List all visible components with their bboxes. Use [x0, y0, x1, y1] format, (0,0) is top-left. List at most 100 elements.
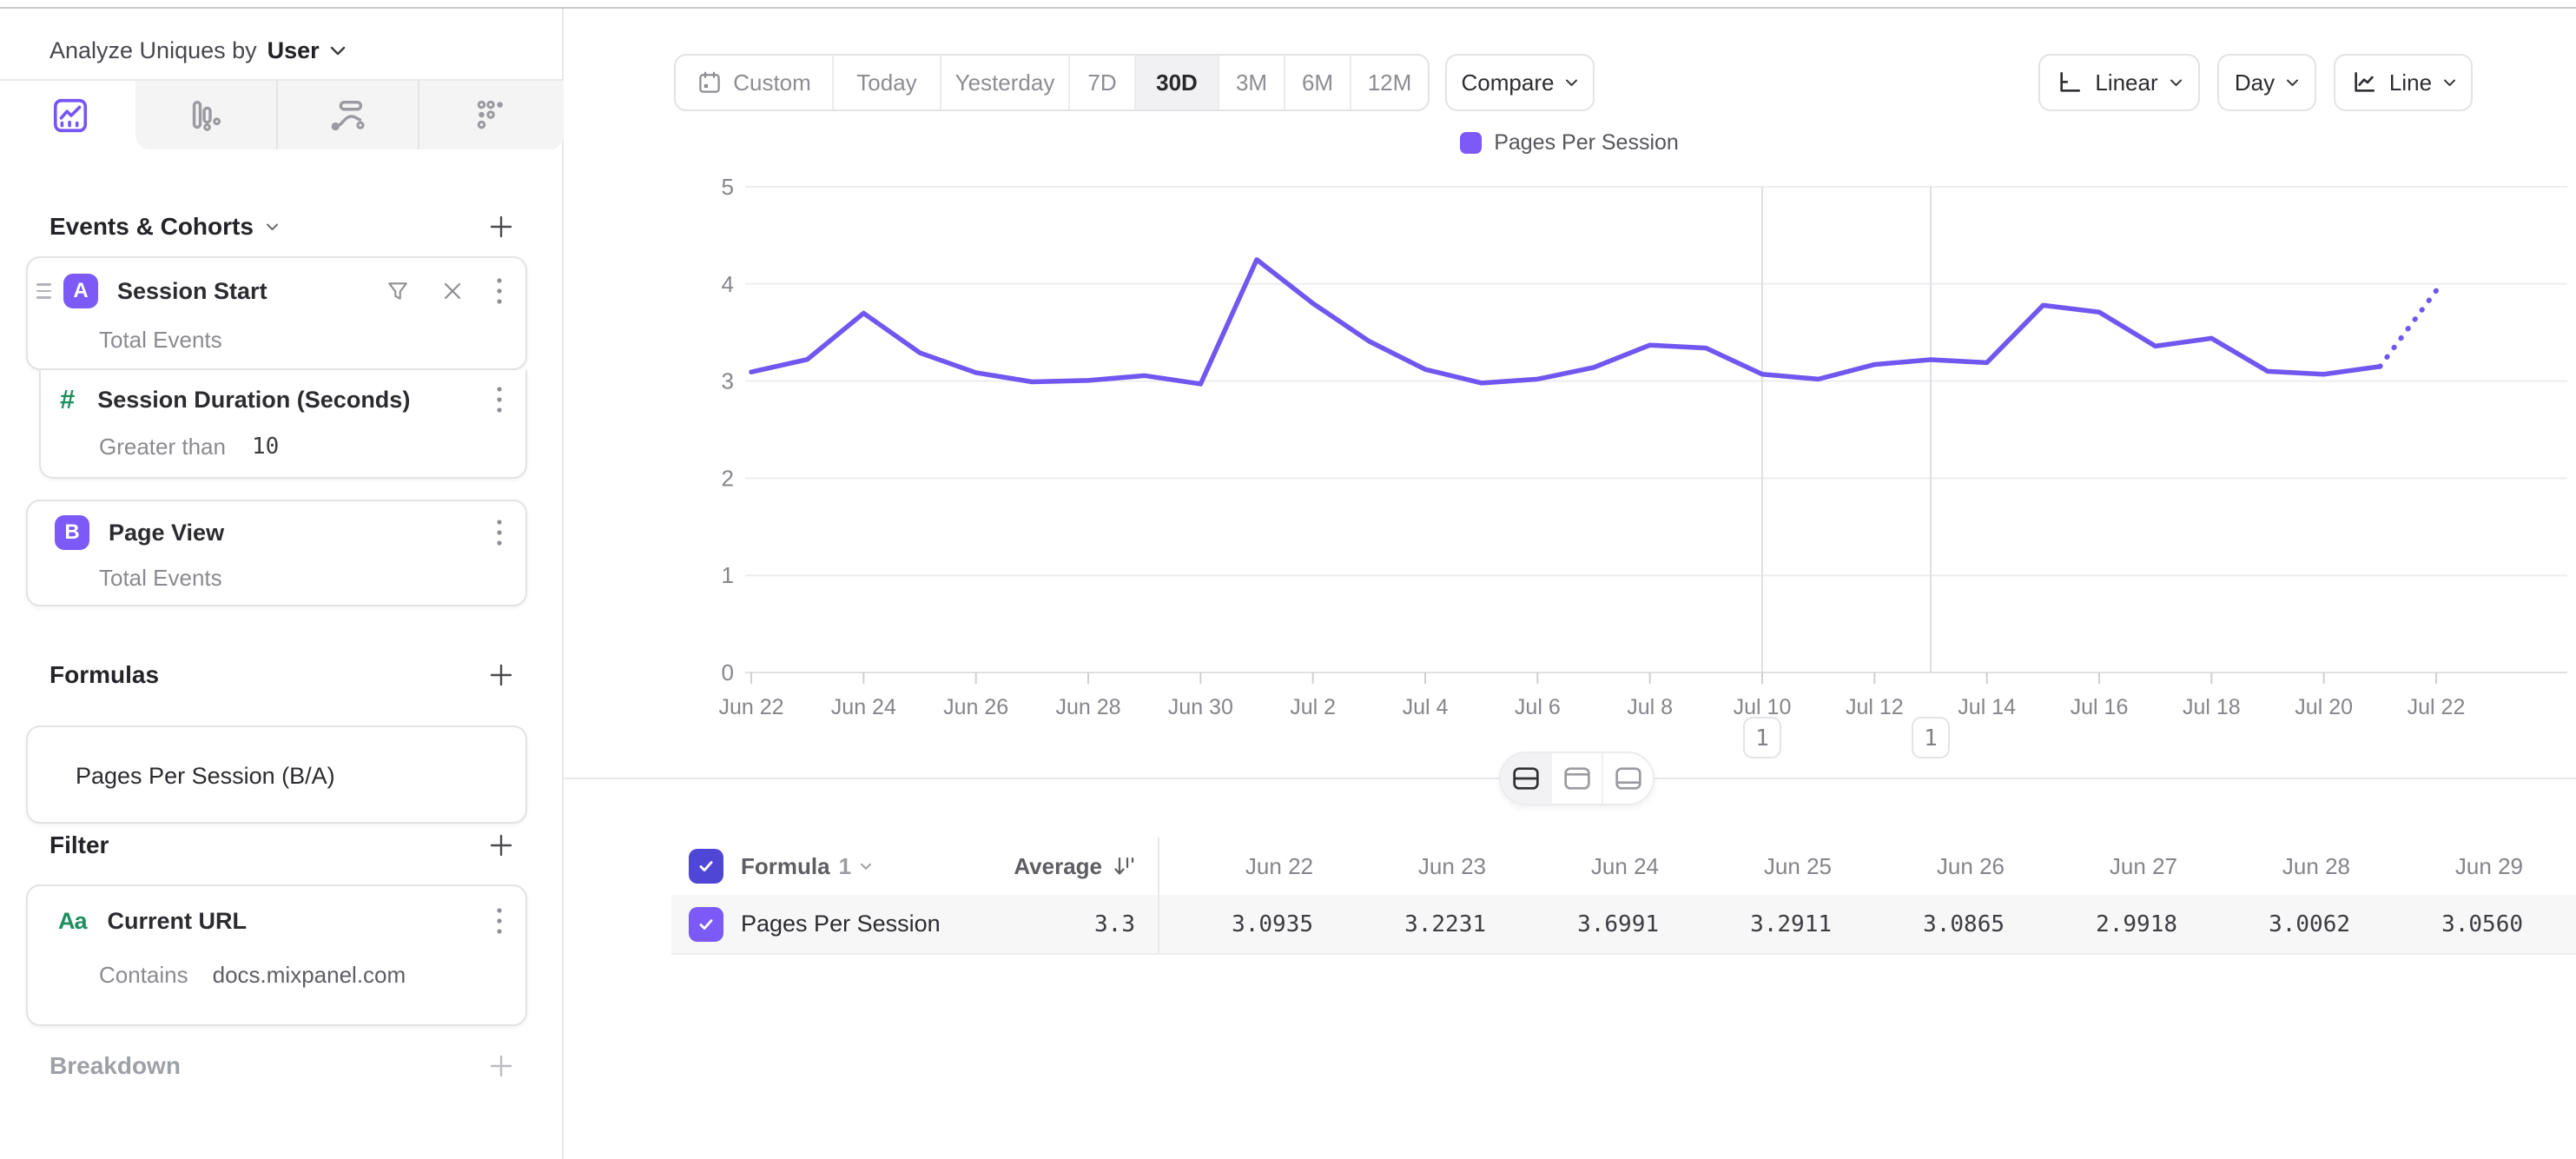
chevron-down-icon	[860, 863, 872, 871]
event-aggregation[interactable]: Total Events	[99, 565, 222, 592]
svg-text:Jul 20: Jul 20	[2295, 695, 2353, 719]
svg-text:Jun 28: Jun 28	[1055, 695, 1120, 719]
funnel-bars-icon	[186, 96, 226, 136]
chevron-down-icon	[2286, 79, 2299, 87]
svg-text:Jun 24: Jun 24	[831, 695, 896, 719]
date-column-header: Jun 28	[2195, 838, 2368, 895]
row-filler	[2540, 895, 2576, 953]
row-average-value: 3.3	[982, 895, 1158, 953]
row-value: 2.9918	[2022, 895, 2195, 953]
events-cohorts-title-text: Events & Cohorts	[50, 213, 254, 241]
svg-text:1: 1	[1924, 725, 1938, 752]
add-filter-button[interactable]	[488, 832, 514, 858]
svg-text:Jul 4: Jul 4	[1403, 695, 1449, 719]
kebab-menu-icon[interactable]	[496, 906, 503, 936]
date-range-label: 12M	[1368, 70, 1412, 96]
condition-value[interactable]: 10	[252, 434, 279, 460]
header-filler	[2540, 838, 2576, 895]
date-column-header: Jun 24	[1503, 838, 1676, 895]
tab-retention[interactable]	[418, 81, 564, 149]
analyze-value[interactable]: User	[268, 37, 320, 64]
row-series-name[interactable]: Pages Per Session	[741, 911, 941, 937]
add-breakdown-button[interactable]	[488, 1053, 514, 1079]
filter-card-current-url[interactable]: Aa Current URL Contains docs.mixpanel.co…	[26, 884, 527, 1026]
chevron-down-icon	[330, 46, 346, 56]
row-value: 3.6991	[1503, 895, 1676, 953]
table-column-separator	[1158, 838, 1159, 953]
svg-text:Jun 22: Jun 22	[718, 695, 783, 719]
filter-property[interactable]: Current URL	[108, 908, 248, 935]
analyze-uniques-control[interactable]: Analyze Uniques by User	[50, 33, 346, 68]
svg-text:Jul 8: Jul 8	[1627, 695, 1673, 719]
svg-text:1: 1	[722, 562, 734, 588]
view-toggle-table-only[interactable]	[1602, 753, 1653, 804]
retention-grid-icon	[471, 96, 511, 136]
row-value: 3.0062	[2195, 895, 2368, 953]
event-title[interactable]: Session Start	[117, 278, 268, 305]
drag-handle-icon[interactable]	[36, 283, 51, 299]
svg-text:Jun 30: Jun 30	[1168, 695, 1233, 719]
kebab-menu-icon[interactable]	[496, 385, 503, 414]
events-cohorts-title[interactable]: Events & Cohorts	[50, 213, 279, 241]
condition-operator[interactable]: Greater than	[99, 434, 226, 460]
svg-text:Jul 12: Jul 12	[1846, 695, 1904, 719]
report-type-tabbar	[0, 81, 564, 149]
property-title[interactable]: Session Duration (Seconds)	[97, 387, 410, 414]
chart-canvas[interactable]: 012345Jun 22Jun 24Jun 26Jun 28Jun 30Jul …	[563, 96, 2576, 782]
flows-icon	[327, 96, 367, 136]
event-title[interactable]: Page View	[109, 520, 224, 546]
add-formula-button[interactable]	[488, 662, 514, 688]
series-label: Formula	[741, 853, 830, 880]
date-column-header: Jun 25	[1676, 838, 1849, 895]
kebab-menu-icon[interactable]	[496, 276, 503, 306]
chart-type-label: Line	[2389, 70, 2432, 96]
row-checkbox[interactable]	[689, 907, 723, 942]
series-selector[interactable]: Formula 1	[741, 853, 872, 880]
formula-name[interactable]: Pages Per Session (B/A)	[76, 763, 335, 790]
event-aggregation[interactable]: Total Events	[99, 327, 222, 354]
select-all-checkbox[interactable]	[689, 849, 723, 884]
view-toggle-chart-only[interactable]	[1550, 753, 1602, 804]
tab-insights[interactable]	[0, 81, 141, 149]
check-icon	[697, 857, 716, 876]
event-card-page-view[interactable]: B Page View Total Events	[26, 500, 527, 606]
results-table: Formula 1 Average Jun 22 Jun 23 Jun 24 J…	[671, 838, 2576, 953]
date-range-label: 3M	[1236, 70, 1267, 96]
row-value: 3.0935	[1158, 895, 1331, 953]
property-card-session-duration[interactable]: # Session Duration (Seconds) Greater tha…	[39, 370, 527, 479]
svg-text:4: 4	[722, 271, 734, 297]
formulas-title: Formulas	[50, 661, 159, 689]
row-value: 3.2231	[1331, 895, 1503, 953]
tab-flows[interactable]	[276, 81, 418, 149]
remove-icon[interactable]	[442, 281, 463, 301]
compare-label: Compare	[1462, 70, 1555, 96]
kebab-menu-icon[interactable]	[496, 518, 503, 547]
date-column-header: Jun 22	[1158, 838, 1331, 895]
chart-only-view-icon	[1563, 766, 1591, 791]
filter-operator[interactable]: Contains	[99, 962, 188, 989]
table-row-name-cell: Pages Per Session	[671, 895, 982, 953]
view-toggle-split[interactable]	[1501, 753, 1550, 804]
svg-text:Jun 26: Jun 26	[943, 695, 1008, 719]
row-value: 3.0865	[1849, 895, 2022, 953]
split-view-icon	[1512, 766, 1540, 791]
formula-card[interactable]: Pages Per Session (B/A)	[26, 725, 527, 824]
add-event-button[interactable]	[488, 214, 514, 240]
svg-text:1: 1	[1755, 725, 1769, 752]
analyze-label: Analyze Uniques by	[50, 37, 257, 64]
query-builder-sidebar: Analyze Uniques by User	[0, 9, 564, 1159]
event-letter-badge: B	[55, 515, 89, 550]
insights-report-page: Analyze Uniques by User	[0, 0, 2576, 1159]
average-column-header[interactable]: Average	[982, 838, 1158, 895]
breakdown-title: Breakdown	[50, 1052, 181, 1080]
date-range-label: Custom	[733, 70, 811, 96]
filter-icon[interactable]	[386, 280, 409, 302]
breakdown-header: Breakdown	[50, 1044, 514, 1088]
svg-text:Jul 2: Jul 2	[1290, 695, 1336, 719]
interval-label: Day	[2235, 70, 2275, 96]
filter-value[interactable]: docs.mixpanel.com	[213, 962, 406, 989]
tab-funnels[interactable]	[135, 81, 276, 149]
event-card-session-start[interactable]: A Session Start Total Events	[26, 256, 527, 370]
date-range-label: Today	[856, 70, 916, 96]
date-column-header: Jun 29	[2368, 838, 2540, 895]
